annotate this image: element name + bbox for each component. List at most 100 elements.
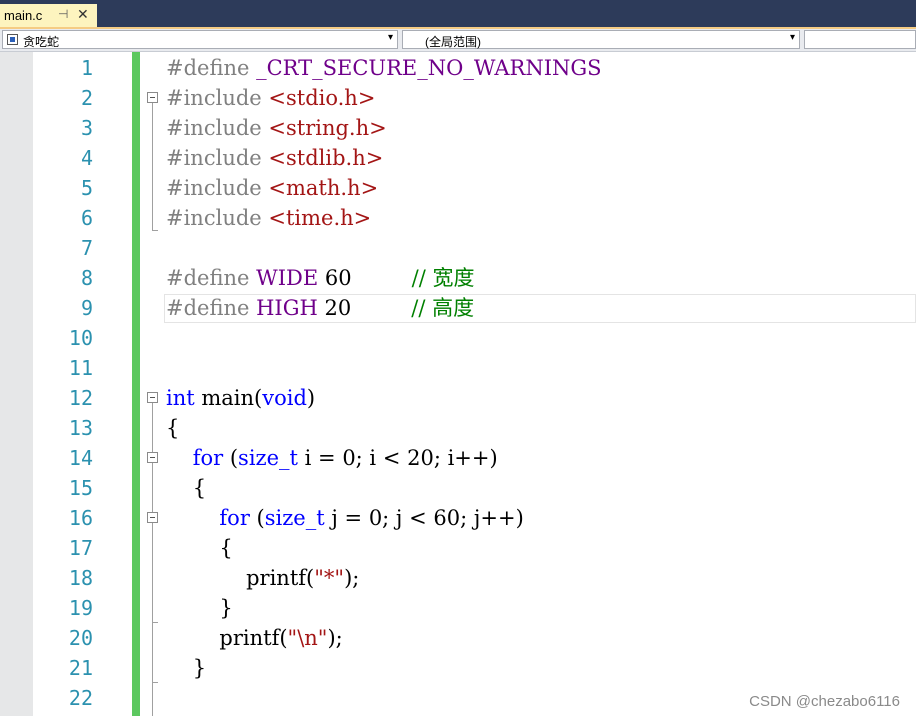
line-number-gutter: 1 2 3 4 5 6 7 8 9 10 11 12 13 14 15 16 17 18 19 20 21 22 [33, 52, 95, 716]
code-line[interactable]: #include <stdio.h> [166, 83, 375, 113]
chevron-down-icon: ▾ [387, 32, 393, 43]
line-number: 13 [68, 416, 93, 440]
collapse-icon[interactable] [147, 92, 158, 103]
code-line[interactable]: #include <string.h> [166, 113, 387, 143]
code-line[interactable]: int main(void) [166, 383, 315, 413]
member-dropdown[interactable] [804, 30, 916, 49]
code-line[interactable]: } [166, 593, 233, 623]
code-token: ( [223, 446, 239, 470]
code-line[interactable]: #define _CRT_SECURE_NO_WARNINGS [166, 53, 602, 83]
line-number: 7 [80, 236, 93, 260]
code-token: <stdio.h> [268, 86, 376, 110]
chevron-down-icon: ▾ [789, 32, 795, 43]
code-token: size_t [238, 446, 298, 470]
code-token: ); [327, 626, 343, 650]
outline-line [152, 403, 153, 716]
code-token: #include [166, 86, 269, 110]
collapse-icon[interactable] [147, 452, 158, 463]
code-token: main( [194, 386, 263, 410]
code-token: void [262, 386, 307, 410]
document-tab-strip: main.c ⊣ ✕ [0, 0, 916, 29]
scope-dropdown-value: (全局范围) [425, 35, 481, 49]
collapse-icon[interactable] [147, 512, 158, 523]
collapse-icon[interactable] [147, 392, 158, 403]
code-line[interactable]: #define HIGH 20 // 高度 [166, 293, 474, 323]
outline-line-end [152, 230, 158, 231]
code-line[interactable]: #include <stdlib.h> [166, 143, 383, 173]
line-number: 1 [80, 56, 93, 80]
project-dropdown[interactable]: 贪吃蛇 ▾ [2, 30, 398, 49]
code-token: <string.h> [268, 116, 387, 140]
code-token: i = 0; i < 20; i++) [297, 446, 498, 470]
code-line[interactable]: { [166, 533, 232, 563]
outline-line-end [152, 622, 158, 623]
code-line[interactable]: #include <math.h> [166, 173, 378, 203]
code-token: <math.h> [268, 176, 379, 200]
code-token: } [166, 656, 207, 680]
code-token: "\n" [287, 626, 328, 650]
code-line[interactable]: } [166, 653, 206, 683]
code-token: #include [166, 146, 269, 170]
code-token: #include [166, 116, 269, 140]
project-dropdown-value: 贪吃蛇 [23, 35, 60, 49]
code-token: size_t [264, 506, 325, 530]
code-token: ) [306, 386, 316, 410]
scope-dropdown[interactable]: (全局范围) ▾ [402, 30, 800, 49]
line-number: 19 [68, 596, 93, 620]
line-number: 4 [80, 146, 93, 170]
code-token: // 高度 [411, 296, 475, 320]
code-token: HIGH [256, 296, 318, 320]
navigation-bar: 贪吃蛇 ▾ (全局范围) ▾ [0, 29, 916, 52]
outline-line-end [152, 682, 158, 683]
code-token: 20 [317, 296, 412, 320]
code-line[interactable]: printf("*"); [166, 563, 359, 593]
code-token: #define [166, 296, 257, 320]
code-line[interactable]: { [166, 413, 179, 443]
code-line[interactable]: for (size_t j = 0; j < 60; j++) [166, 503, 524, 533]
code-token: for [219, 506, 250, 530]
code-token: ( [249, 506, 265, 530]
line-number: 10 [68, 326, 93, 350]
close-icon[interactable]: ✕ [77, 6, 89, 23]
code-editor[interactable]: 1 2 3 4 5 6 7 8 9 10 11 12 13 14 15 16 17 18 19 20 21 22 #def… [0, 52, 916, 716]
line-number: 15 [68, 476, 93, 500]
code-token: "*" [314, 566, 345, 590]
code-token: } [166, 596, 233, 620]
code-token: int [166, 386, 195, 410]
code-token: 60 [318, 266, 412, 290]
code-line[interactable]: #include <time.h> [166, 203, 371, 233]
line-number: 2 [80, 86, 93, 110]
code-token: printf( [166, 566, 315, 590]
code-line[interactable]: { [166, 473, 206, 503]
outline-line [152, 103, 153, 230]
line-number: 12 [68, 386, 93, 410]
line-number: 18 [68, 566, 93, 590]
line-number: 22 [68, 686, 93, 710]
code-text-area[interactable]: #define _CRT_SECURE_NO_WARNINGS #include … [166, 52, 916, 716]
tab-main-c[interactable]: main.c ⊣ ✕ [0, 4, 97, 27]
code-line[interactable]: #define WIDE 60 // 宽度 [166, 263, 474, 293]
code-token: #define [166, 56, 257, 80]
pin-icon[interactable]: ⊣ [58, 7, 68, 21]
line-number: 21 [68, 656, 93, 680]
line-number: 16 [68, 506, 93, 530]
glyph-margin [0, 52, 33, 716]
code-token: // 宽度 [411, 266, 475, 290]
line-number: 17 [68, 536, 93, 560]
code-token: _CRT_SECURE_NO_WARNINGS [256, 56, 602, 80]
code-token: WIDE [256, 266, 319, 290]
code-token: #define [166, 266, 257, 290]
code-token: for [192, 446, 224, 470]
code-token: <stdlib.h> [268, 146, 384, 170]
code-token: #include [166, 176, 269, 200]
change-tracking-bar [132, 52, 140, 716]
outlining-margin [140, 52, 166, 716]
line-number: 3 [80, 116, 93, 140]
line-number: 20 [68, 626, 93, 650]
code-line[interactable]: for (size_t i = 0; i < 20; i++) [166, 443, 498, 473]
code-token: j = 0; j < 60; j++) [324, 506, 524, 530]
line-number: 14 [68, 446, 93, 470]
code-line[interactable]: printf("\n"); [166, 623, 343, 653]
